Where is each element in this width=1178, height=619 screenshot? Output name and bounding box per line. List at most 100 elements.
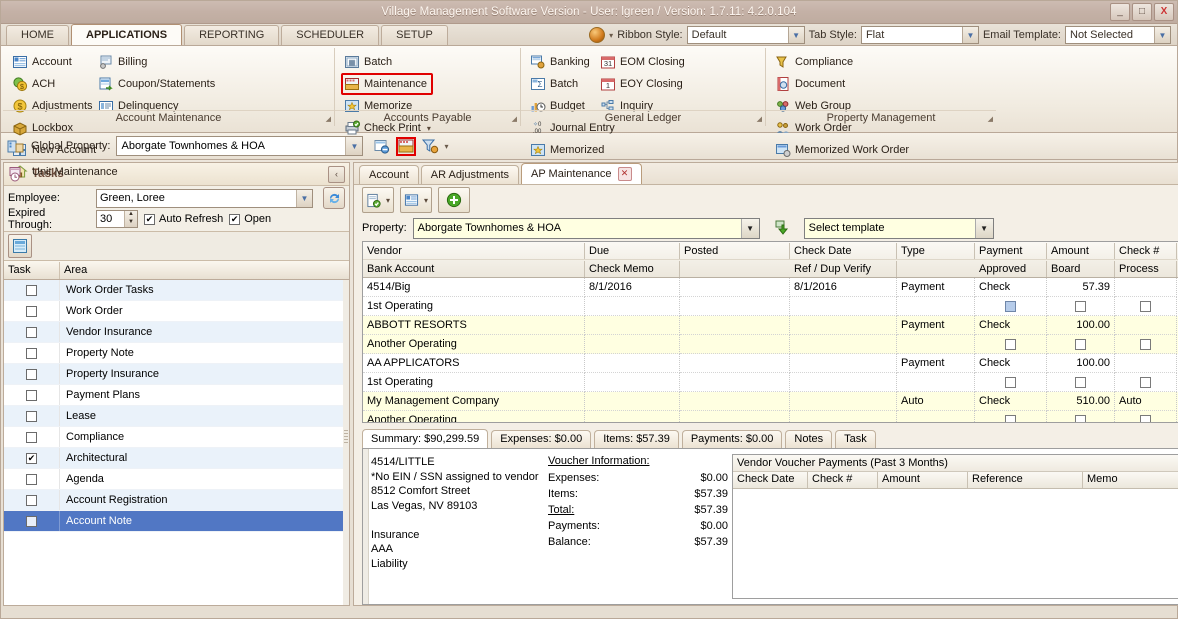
ap-grid-cell[interactable]: Another Operating	[363, 411, 585, 422]
ap-grid-cell[interactable]	[1115, 297, 1177, 316]
ribbon-button-ach[interactable]: $ ACH	[9, 73, 95, 95]
ap-grid-cell[interactable]	[790, 354, 897, 373]
ap-grid-cell[interactable]: 4514/Big	[363, 278, 585, 297]
ribbon-button-account[interactable]: Account	[9, 51, 95, 73]
checkbox-icon[interactable]	[229, 213, 241, 225]
ap-grid-cell[interactable]	[585, 392, 680, 411]
ap-grid-cell[interactable]: 510.00	[1047, 392, 1115, 411]
task-row[interactable]: Work Order	[4, 301, 349, 322]
ap-grid-cell[interactable]	[897, 335, 975, 354]
ap-grid-cell[interactable]	[790, 373, 897, 392]
stepper-up-icon[interactable]: ▲	[125, 211, 137, 219]
ap-grid-column-header[interactable]: Vendor	[363, 242, 585, 259]
dialog-launcher-icon[interactable]: ◢	[988, 115, 993, 123]
new-voucher-button[interactable]: ▾	[362, 187, 395, 213]
ap-bottom-tab[interactable]: Summary: $90,299.59	[362, 429, 489, 448]
ap-grid-cell[interactable]	[680, 411, 790, 422]
ap-grid-column-header[interactable]: Amount	[1047, 242, 1115, 259]
ribbon-tab-applications[interactable]: APPLICATIONS	[71, 24, 183, 45]
ap-grid-cell[interactable]: AA APPLICATORS	[363, 354, 585, 373]
task-row[interactable]: Property Note	[4, 343, 349, 364]
minimize-button[interactable]: _	[1110, 3, 1130, 21]
chevron-down-icon[interactable]: ▼	[740, 218, 759, 238]
task-checkbox-cell[interactable]	[4, 301, 60, 321]
ap-grid-cell[interactable]	[1115, 354, 1177, 373]
checkbox-icon[interactable]	[1075, 414, 1086, 422]
ribbon-button-ap-batch[interactable]: ▦ Batch	[341, 51, 433, 73]
chevron-down-icon[interactable]: ▾	[609, 31, 613, 40]
checkbox-icon[interactable]	[1005, 300, 1016, 312]
ap-grid-column-subheader[interactable]: Process	[1115, 260, 1177, 277]
ribbon-button-maintenance[interactable]: Maintenance	[341, 73, 433, 95]
open-checkbox[interactable]: Open	[229, 213, 271, 225]
checkbox-icon[interactable]	[1140, 376, 1151, 388]
ap-grid-row[interactable]: 4514/Big 8/1/2016 8/1/2016 Payment Check 57.3…	[363, 278, 1178, 297]
task-row[interactable]: Work Order Tasks	[4, 280, 349, 301]
ap-grid-cell[interactable]	[975, 335, 1047, 354]
ap-grid-cell[interactable]	[790, 297, 897, 316]
checkbox-icon[interactable]	[1005, 338, 1016, 350]
ap-grid-row[interactable]: My Management Company Auto Check 510.00 Auto	[363, 392, 1178, 411]
task-row[interactable]: Architectural	[4, 448, 349, 469]
ap-grid-column-subheader[interactable]: Approved	[975, 260, 1047, 277]
ribbon-button-coupon-statements[interactable]: Coupon/Statements	[95, 73, 215, 95]
ap-bottom-tab[interactable]: Payments: $0.00	[681, 430, 783, 448]
refresh-button[interactable]	[323, 187, 345, 209]
ap-grid-cell[interactable]	[585, 373, 680, 392]
task-checkbox-cell[interactable]	[4, 280, 60, 300]
ap-grid-cell[interactable]	[585, 316, 680, 335]
ap-grid-cell[interactable]	[897, 373, 975, 392]
ap-grid-cell[interactable]	[1115, 335, 1177, 354]
ap-bottom-tab[interactable]: Items: $57.39	[594, 430, 679, 448]
ap-grid-cell[interactable]: Payment	[897, 278, 975, 297]
ap-grid-row[interactable]: AA APPLICATORS Payment Check 100.00	[363, 354, 1178, 373]
task-checkbox-cell[interactable]	[4, 427, 60, 447]
ap-grid-cell[interactable]: 8/1/2016	[585, 278, 680, 297]
checkbox-icon[interactable]	[1005, 376, 1016, 388]
ap-grid-cell[interactable]: 1st Operating	[363, 373, 585, 392]
add-button[interactable]	[438, 187, 471, 213]
chevron-down-icon[interactable]: ▼	[1154, 27, 1170, 43]
checkbox-icon[interactable]	[26, 347, 37, 359]
tasks-view-button[interactable]	[8, 234, 32, 258]
checkbox-icon[interactable]	[26, 284, 37, 296]
task-row[interactable]: Lease	[4, 406, 349, 427]
checkbox-icon[interactable]	[26, 473, 37, 485]
checkbox-icon[interactable]	[1140, 338, 1151, 350]
ap-grid-cell[interactable]	[1047, 373, 1115, 392]
checkbox-icon[interactable]	[1075, 376, 1086, 388]
ap-grid-row[interactable]: Another Operating	[363, 335, 1178, 354]
ap-grid-cell[interactable]: 8/1/2016	[790, 278, 897, 297]
ap-grid-cell[interactable]	[1047, 411, 1115, 422]
ap-grid-column-header[interactable]: Check Date	[790, 242, 897, 259]
tab-ap-maintenance[interactable]: AP Maintenance ✕	[521, 163, 642, 184]
ap-grid-cell[interactable]	[790, 316, 897, 335]
task-checkbox-cell[interactable]	[4, 448, 60, 468]
ap-grid-column-header[interactable]: Posted	[680, 242, 790, 259]
ap-grid-column-subheader[interactable]: Ref / Dup Verify	[790, 260, 897, 277]
app-orb-icon[interactable]	[589, 27, 606, 43]
ap-grid-cell[interactable]: 1st Operating	[363, 297, 585, 316]
tab-style-select[interactable]: Flat ▼	[860, 26, 979, 44]
task-checkbox-cell[interactable]	[4, 343, 60, 363]
ribbon-button-unit-maintenance[interactable]: Unit Maintenance	[9, 161, 129, 183]
payments-column-header[interactable]: Memo	[1083, 472, 1178, 488]
ap-grid-cell[interactable]: 100.00	[1047, 354, 1115, 373]
dialog-launcher-icon[interactable]: ◢	[326, 115, 331, 123]
scrollbar-grip[interactable]	[344, 429, 348, 444]
collapse-panel-button[interactable]: ‹	[328, 165, 345, 183]
ap-grid-cell[interactable]	[680, 373, 790, 392]
ribbon-tab-reporting[interactable]: REPORTING	[184, 25, 280, 45]
checkbox-icon[interactable]	[26, 410, 37, 422]
template-select[interactable]: Select template ▼	[803, 217, 994, 239]
ap-grid-cell[interactable]: Payment	[897, 354, 975, 373]
ribbon-button-banking[interactable]: Banking	[527, 51, 597, 73]
email-template-select[interactable]: Not Selected ▼	[1065, 26, 1171, 44]
chevron-down-icon[interactable]: ▾	[427, 124, 431, 133]
ribbon-button-eoy-closing[interactable]: 1 EOY Closing	[597, 73, 689, 95]
tab-ar-adjustments[interactable]: AR Adjustments	[420, 165, 520, 184]
remove-property-icon[interactable]	[373, 138, 391, 155]
ribbon-button-new-account[interactable]: New Account	[9, 139, 129, 161]
ap-grid-cell[interactable]	[585, 411, 680, 422]
ap-grid-cell[interactable]	[897, 411, 975, 422]
